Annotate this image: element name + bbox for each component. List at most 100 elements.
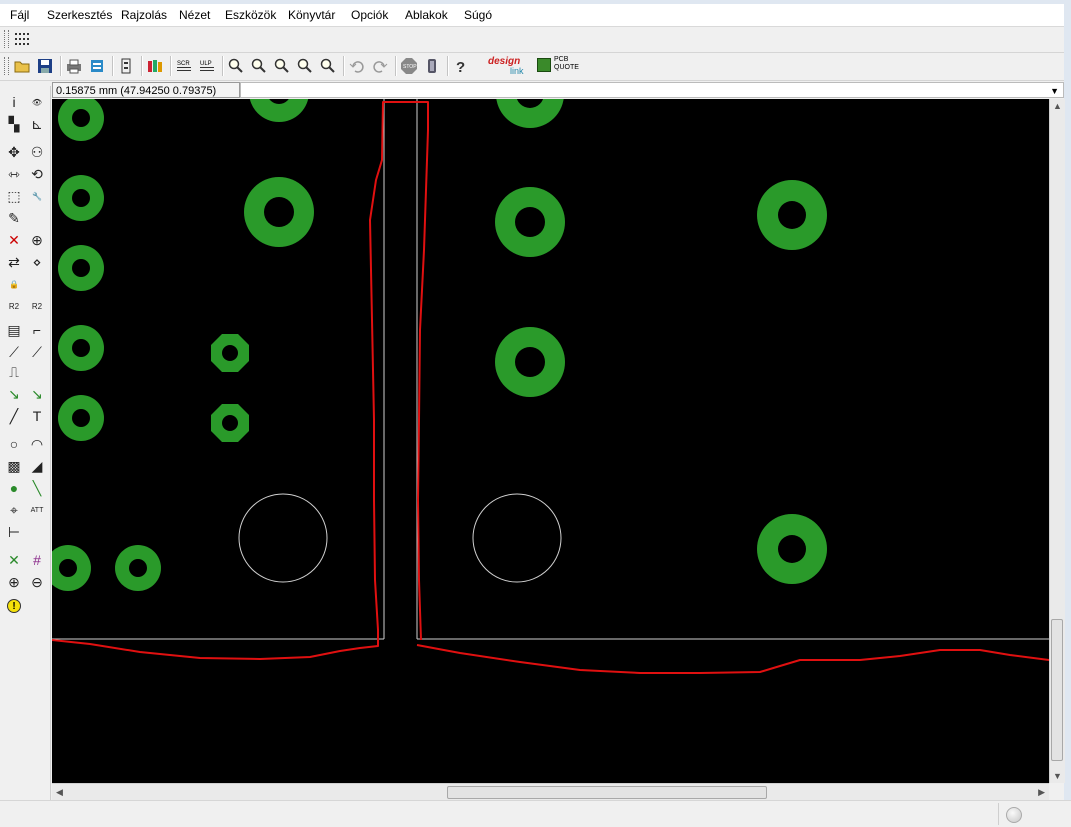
- scroll-left-icon[interactable]: ◀: [56, 787, 63, 798]
- group-icon[interactable]: ⬚: [4, 186, 24, 206]
- pcb-quote-bottom: QUOTE: [554, 64, 579, 71]
- signal-icon[interactable]: ╲: [27, 478, 47, 498]
- zoom-fit-icon[interactable]: [226, 56, 246, 76]
- meander-icon[interactable]: ⎍: [4, 362, 24, 382]
- menu-5[interactable]: Könyvtár: [288, 8, 335, 22]
- change-icon[interactable]: 🔧: [27, 186, 47, 206]
- dimension-icon[interactable]: ⊢: [4, 522, 24, 542]
- mark-icon[interactable]: ⊾: [27, 114, 47, 134]
- scroll-right-icon[interactable]: ▶: [1038, 787, 1045, 798]
- via-icon[interactable]: ●: [4, 478, 24, 498]
- board-settings-icon[interactable]: [116, 56, 136, 76]
- delete-icon[interactable]: ✕: [4, 230, 24, 250]
- info-icon[interactable]: i: [4, 92, 24, 112]
- scroll-down-icon[interactable]: ▼: [1053, 771, 1062, 781]
- autorouter-icon[interactable]: #: [27, 550, 47, 570]
- display-layers-icon[interactable]: ▚: [4, 114, 24, 134]
- menu-0[interactable]: Fájl: [10, 8, 29, 22]
- mirror-icon[interactable]: ⇿: [4, 164, 24, 184]
- ulp-icon[interactable]: ULP: [197, 56, 217, 76]
- ratsnest-icon[interactable]: ✕: [4, 550, 24, 570]
- lock-icon[interactable]: 🔒: [4, 274, 24, 294]
- board-editor-canvas[interactable]: [52, 99, 1049, 783]
- polygon-icon[interactable]: ◢: [27, 456, 47, 476]
- undo-icon[interactable]: [347, 56, 367, 76]
- horizontal-scroll-thumb[interactable]: [447, 786, 767, 799]
- arc-icon[interactable]: ◠: [27, 434, 47, 454]
- scr-icon[interactable]: SCR: [174, 56, 194, 76]
- svg-text:ULP: ULP: [200, 61, 212, 67]
- pcb-quote-logo[interactable]: PCB QUOTE: [537, 56, 579, 76]
- zoom-redraw-icon[interactable]: [295, 56, 315, 76]
- command-toolbar: [0, 27, 1064, 53]
- menu-7[interactable]: Ablakok: [405, 8, 448, 22]
- menu-1[interactable]: Szerkesztés: [47, 8, 112, 22]
- horizontal-scrollbar[interactable]: ◀ ▶: [52, 783, 1049, 801]
- zoom-in-icon[interactable]: [249, 56, 269, 76]
- menu-3[interactable]: Nézet: [179, 8, 210, 22]
- open-icon[interactable]: [12, 56, 32, 76]
- toolbar-separator: [112, 56, 114, 76]
- copy-icon[interactable]: ⚇: [27, 142, 47, 162]
- go-icon[interactable]: [422, 56, 442, 76]
- erc-icon[interactable]: !: [4, 596, 24, 616]
- split-icon[interactable]: ⟋: [4, 342, 24, 362]
- board-drawing[interactable]: [52, 99, 1049, 783]
- text-icon[interactable]: T: [27, 406, 47, 426]
- help-icon[interactable]: ?: [451, 56, 471, 76]
- command-history-dropdown-icon[interactable]: ▼: [1050, 83, 1059, 99]
- zoom-out-icon[interactable]: [272, 56, 292, 76]
- grid-icon[interactable]: [12, 29, 32, 49]
- vertical-scroll-thumb[interactable]: [1051, 619, 1063, 761]
- export-icon[interactable]: [87, 56, 107, 76]
- menu-8[interactable]: Súgó: [464, 8, 492, 22]
- blank3: [27, 362, 47, 382]
- svg-text:?: ?: [456, 59, 465, 74]
- smash-icon[interactable]: ▤: [4, 320, 24, 340]
- ripup-icon[interactable]: ↘: [27, 384, 47, 404]
- paste-icon[interactable]: ✎: [4, 208, 24, 228]
- command-line-input[interactable]: ▼: [240, 82, 1064, 98]
- design-link-logo[interactable]: design link: [486, 56, 530, 78]
- svg-text:SCR: SCR: [177, 61, 190, 67]
- show-icon[interactable]: 👁: [27, 92, 47, 112]
- menu-6[interactable]: Opciók: [351, 8, 388, 22]
- stop-icon[interactable]: STOP: [399, 56, 419, 76]
- print-icon[interactable]: [64, 56, 84, 76]
- main-toolbar: SCR ULP STOP? design link PCB QUOTE: [0, 53, 1064, 81]
- toolbar-grip[interactable]: [4, 57, 9, 75]
- status-bar: [0, 800, 1071, 827]
- lock-part-icon[interactable]: ⋄: [27, 252, 47, 272]
- left-toolbar: i 👁 ▚ ⊾ ✥ ⚇ ⇿ ⟲ ⬚ 🔧 ✎ ✕ ⊕ ⇄ ⋄ 🔒 R2 R2 ▤ ⌐ ⟋ ⟋ ⎍ ↘ ↘ ╱ T ○ ◠ ▩ ◢ ● ╲ ⌖ ATT ⊢…: [0, 86, 51, 800]
- scroll-up-icon[interactable]: ▲: [1053, 101, 1062, 111]
- toolbar-grip[interactable]: [4, 30, 9, 48]
- optimize-icon[interactable]: ⟋: [27, 342, 47, 362]
- value-icon[interactable]: R2: [27, 296, 47, 316]
- name-icon[interactable]: R2: [4, 296, 24, 316]
- wire-icon[interactable]: ╱: [4, 406, 24, 426]
- toolbar-separator: [395, 56, 397, 76]
- replace-icon[interactable]: ⇄: [4, 252, 24, 272]
- coordinate-display: 0.15875 mm (47.94250 0.79375): [52, 82, 240, 98]
- menu-4[interactable]: Eszközök: [225, 8, 276, 22]
- drc-icon[interactable]: ⊕: [4, 572, 24, 592]
- rotate-icon[interactable]: ⟲: [27, 164, 47, 184]
- zoom-select-icon[interactable]: [318, 56, 338, 76]
- errors-icon[interactable]: ⊖: [27, 572, 47, 592]
- circle-icon[interactable]: ○: [4, 434, 24, 454]
- pcb-quote-chip-icon: [537, 58, 551, 72]
- save-icon[interactable]: [35, 56, 55, 76]
- route-icon[interactable]: ↘: [4, 384, 24, 404]
- library-icon[interactable]: [145, 56, 165, 76]
- move-icon[interactable]: ✥: [4, 142, 24, 162]
- add-icon[interactable]: ⊕: [27, 230, 47, 250]
- hole-icon[interactable]: ⌖: [4, 500, 24, 520]
- menu-2[interactable]: Rajzolás: [121, 8, 167, 22]
- status-led-icon: [1006, 807, 1022, 823]
- hole: [472, 493, 562, 583]
- vertical-scrollbar[interactable]: ▲ ▼: [1049, 99, 1065, 783]
- rect-icon[interactable]: ▩: [4, 456, 24, 476]
- miter-icon[interactable]: ⌐: [27, 320, 47, 340]
- attribute-icon[interactable]: ATT: [27, 500, 47, 520]
- redo-icon[interactable]: [370, 56, 390, 76]
